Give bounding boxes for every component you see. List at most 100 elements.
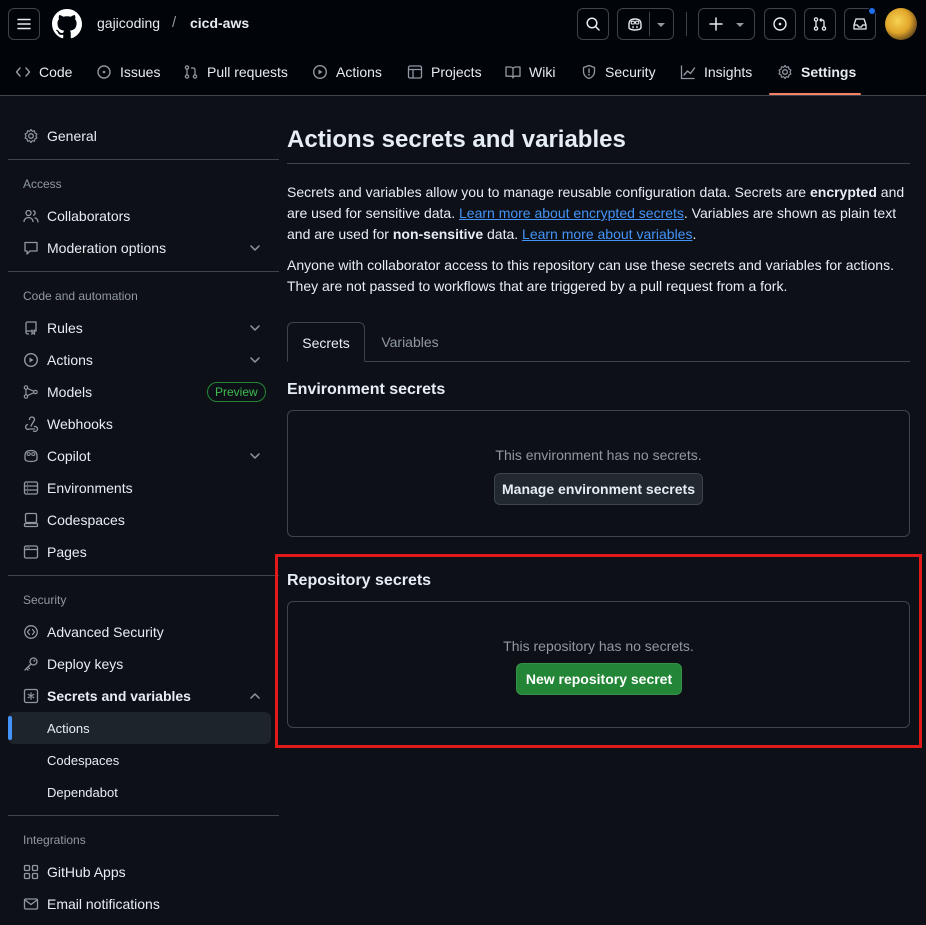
sidebar-item-codespaces[interactable]: Codespaces — [8, 504, 271, 536]
preview-badge: Preview — [207, 382, 266, 402]
sidebar-item-pages[interactable]: Pages — [8, 536, 271, 568]
sidebar-item-moderation[interactable]: Moderation options — [8, 232, 271, 264]
tab-settings[interactable]: Settings — [777, 56, 856, 88]
sidebar-item-label: Moderation options — [47, 240, 167, 256]
table-icon — [407, 65, 423, 79]
chevron-down-icon — [250, 325, 260, 331]
issues-button[interactable] — [764, 8, 796, 40]
github-logo-icon[interactable] — [52, 9, 82, 39]
tab-projects[interactable]: Projects — [407, 56, 482, 88]
sidebar-subitem-label: Codespaces — [47, 753, 120, 768]
codespaces-icon — [23, 512, 39, 528]
environment-empty-message: This environment has no secrets. — [495, 447, 702, 463]
tab-insights[interactable]: Insights — [680, 56, 752, 88]
tab-wiki[interactable]: Wiki — [505, 56, 555, 88]
manage-environment-secrets-button[interactable]: Manage environment secrets — [494, 473, 703, 505]
intro-text: . — [692, 226, 697, 242]
graph-icon — [680, 65, 696, 80]
sidebar-item-github-apps[interactable]: GitHub Apps — [8, 856, 271, 888]
tab-variables[interactable]: Variables — [366, 322, 454, 362]
play-icon — [23, 352, 39, 368]
tab-label: Pull requests — [207, 64, 288, 80]
environment-secrets-heading: Environment secrets — [287, 381, 446, 398]
sidebar-item-label: Codespaces — [47, 512, 125, 528]
tab-issues[interactable]: Issues — [96, 56, 160, 88]
intro-paragraph: Secrets and variables allow you to manag… — [287, 182, 910, 245]
plus-icon — [709, 17, 723, 31]
inbox-icon — [853, 18, 867, 30]
chevron-up-icon — [250, 693, 260, 699]
learn-encrypted-secrets-link[interactable]: Learn more about encrypted secrets — [459, 205, 684, 221]
active-indicator — [8, 716, 12, 740]
hamburger-menu-button[interactable] — [8, 8, 40, 40]
sidebar-subitem-actions[interactable]: Actions — [8, 712, 271, 744]
sidebar-subitem-dependabot[interactable]: Dependabot — [8, 776, 271, 808]
tab-security[interactable]: Security — [581, 56, 656, 88]
sidebar-item-label: General — [47, 128, 97, 144]
tab-label: Actions — [336, 64, 382, 80]
sidebar-item-webhooks[interactable]: Webhooks — [8, 408, 271, 440]
webhook-icon — [24, 416, 39, 432]
sidebar-item-collaborators[interactable]: Collaborators — [8, 200, 271, 232]
repo-owner-link[interactable]: gajicoding — [97, 15, 160, 31]
sidebar-item-label: Pages — [47, 544, 87, 560]
repo-name-link[interactable]: cicd-aws — [190, 15, 249, 31]
gear-icon — [778, 64, 792, 80]
top-bar: gajicoding / cicd-aws — [0, 0, 926, 48]
sidebar-item-deploy-keys[interactable]: Deploy keys — [8, 648, 271, 680]
key-icon — [24, 657, 38, 671]
chevron-down-icon — [250, 245, 260, 251]
tab-pull-requests[interactable]: Pull requests — [183, 56, 288, 88]
chevron-down-icon[interactable] — [656, 21, 666, 29]
tab-label: Settings — [801, 64, 857, 80]
book-icon — [505, 66, 521, 79]
sidebar-item-label: GitHub Apps — [47, 864, 126, 880]
search-button[interactable] — [577, 8, 609, 40]
copilot-button[interactable] — [617, 8, 674, 40]
copilot-divider — [649, 12, 650, 36]
avatar[interactable] — [885, 8, 917, 40]
sidebar-item-secrets-and-variables[interactable]: Secrets and variables — [8, 680, 271, 712]
header-divider — [686, 12, 687, 36]
issue-icon — [773, 17, 787, 31]
environment-secrets-box: This environment has no secrets. Manage … — [287, 410, 910, 537]
sidebar-item-rules[interactable]: Rules — [8, 312, 271, 344]
sidebar-subitem-label: Actions — [47, 721, 90, 736]
tab-secrets[interactable]: Secrets — [287, 322, 365, 362]
annotation-highlight-box — [275, 554, 922, 748]
tabs-divider — [365, 361, 910, 362]
collaborator-note: Anyone with collaborator access to this … — [287, 257, 894, 294]
create-new-button[interactable] — [698, 8, 755, 40]
intro-text: data. — [483, 226, 523, 242]
sidebar-item-general[interactable]: General — [8, 120, 271, 152]
sidebar-item-environments[interactable]: Environments — [8, 472, 271, 504]
tab-code[interactable]: Code — [15, 56, 72, 88]
sidebar-item-email-notifications[interactable]: Email notifications — [8, 888, 271, 920]
sidebar-subitem-codespaces[interactable]: Codespaces — [8, 744, 271, 776]
learn-variables-link[interactable]: Learn more about variables — [522, 226, 692, 242]
intro-text: Secrets and variables allow you to manag… — [287, 184, 810, 200]
tab-actions[interactable]: Actions — [312, 56, 382, 88]
sidebar-item-label: Webhooks — [47, 416, 113, 432]
sidebar-item-actions[interactable]: Actions — [8, 344, 271, 376]
tab-label: Insights — [704, 64, 753, 80]
comment-icon — [24, 241, 38, 255]
sidebar-heading-code: Code and automation — [23, 289, 138, 303]
sidebar-item-label: Models — [47, 384, 93, 400]
search-icon — [586, 17, 600, 31]
copilot-icon — [24, 449, 38, 463]
sidebar-heading-security: Security — [23, 593, 67, 607]
chevron-down-icon — [250, 453, 260, 459]
pull-requests-button[interactable] — [804, 8, 836, 40]
sidebar-item-advanced-security[interactable]: Advanced Security — [8, 616, 271, 648]
sidebar-item-label: Collaborators — [47, 208, 131, 224]
notification-dot — [868, 7, 876, 15]
sidebar-heading-integrations: Integrations — [23, 833, 86, 847]
people-icon — [23, 209, 39, 223]
sidebar-item-copilot[interactable]: Copilot — [8, 440, 271, 472]
sidebar-item-label: Secrets and variables — [47, 688, 191, 704]
apps-icon — [23, 864, 39, 880]
browser-icon — [23, 545, 39, 559]
play-icon — [312, 64, 328, 80]
active-tab-underline — [769, 93, 861, 95]
